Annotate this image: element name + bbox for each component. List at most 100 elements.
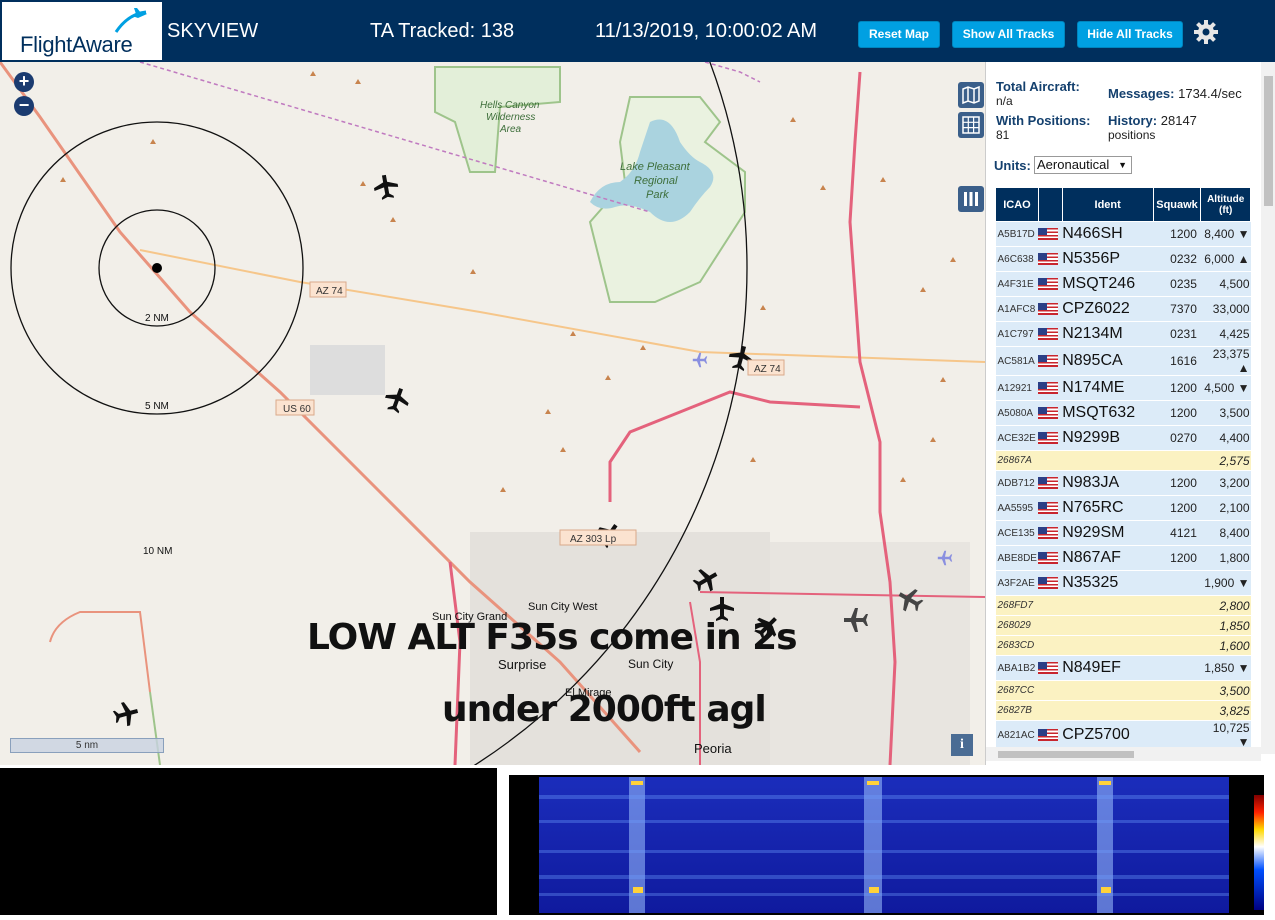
cell-icao: 26867A <box>995 450 1039 471</box>
cell-flag <box>1038 570 1063 596</box>
units-label: Units: <box>994 158 1031 173</box>
cell-ident: N867AF <box>1062 545 1154 571</box>
cell-flag <box>1038 346 1063 376</box>
cell-ident: N9299B <box>1062 425 1154 451</box>
horizontal-scroll-thumb[interactable] <box>998 751 1134 758</box>
cell-altitude: 1,800 <box>1200 545 1251 571</box>
vertical-scroll-thumb[interactable] <box>1264 76 1273 206</box>
hide-all-tracks-button[interactable]: Hide All Tracks <box>1077 21 1183 48</box>
map-canvas[interactable]: 2 NM 5 NM 10 NM Hells Canyon Wilderness … <box>0 62 985 765</box>
us-flag-icon <box>1038 661 1059 674</box>
video-panel <box>0 768 497 915</box>
zoom-out-button[interactable]: − <box>14 96 34 116</box>
cell-ident: CPZ5700 <box>1062 720 1154 750</box>
label-sun-city-west: Sun City West <box>528 601 598 613</box>
us-flag-icon <box>1038 501 1059 514</box>
cell-icao: 2683CD <box>995 635 1039 656</box>
table-row[interactable]: AC581A N895CA 1616 23,375 ▲ <box>995 346 1251 376</box>
columns-toggle-button[interactable] <box>958 186 984 212</box>
table-row[interactable]: 26827B 3,825 <box>995 700 1251 721</box>
cell-ident: MSQT246 <box>1062 271 1154 297</box>
us-flag-icon <box>1038 354 1059 367</box>
table-row[interactable]: A5B17D N466SH 1200 8,400 ▼ <box>995 221 1251 247</box>
total-aircraft-value: n/a <box>996 94 1013 108</box>
table-row[interactable]: A1C797 N2134M 0231 4,425 <box>995 321 1251 347</box>
app-name: SKYVIEW <box>167 20 259 42</box>
cell-squawk: 1200 <box>1153 470 1201 496</box>
cell-icao: A1C797 <box>995 321 1039 347</box>
grid-toggle-button[interactable] <box>958 112 984 138</box>
table-row[interactable]: ACE135 N929SM 4121 8,400 <box>995 520 1251 546</box>
columns-icon <box>964 192 978 206</box>
label-regional: Regional <box>634 175 678 187</box>
table-row[interactable]: 2683CD 1,600 <box>995 635 1251 656</box>
info-button[interactable]: i <box>951 734 973 756</box>
cell-flag <box>1038 700 1063 721</box>
table-row[interactable]: A821AC CPZ5700 10,725 ▼ <box>995 720 1251 750</box>
reset-map-button[interactable]: Reset Map <box>858 21 940 48</box>
table-row[interactable]: 268029 1,850 <box>995 615 1251 636</box>
col-ident[interactable]: Ident <box>1061 187 1154 222</box>
table-row[interactable]: 2687CC 3,500 <box>995 680 1251 701</box>
cell-squawk <box>1153 720 1201 750</box>
zoom-in-button[interactable]: + <box>14 72 34 92</box>
gear-icon[interactable] <box>1193 19 1219 45</box>
table-row[interactable]: ACE32E N9299B 0270 4,400 <box>995 425 1251 451</box>
us-flag-icon <box>1038 327 1059 340</box>
label-surprise: Surprise <box>498 657 546 672</box>
with-positions-label: With Positions: <box>996 113 1091 128</box>
cell-squawk <box>1153 680 1201 701</box>
show-all-tracks-button[interactable]: Show All Tracks <box>952 21 1065 48</box>
table-row[interactable]: A1AFC8 CPZ6022 7370 33,000 <box>995 296 1251 322</box>
flightaware-logo[interactable]: FlightAware <box>2 2 162 60</box>
cell-flag <box>1038 470 1063 496</box>
cell-icao: ACE32E <box>995 425 1039 451</box>
cell-icao: AC581A <box>995 346 1039 376</box>
cell-flag <box>1038 246 1063 272</box>
map-view[interactable]: 2 NM 5 NM 10 NM Hells Canyon Wilderness … <box>0 62 985 765</box>
label-park: Park <box>646 189 669 201</box>
cell-icao: ACE135 <box>995 520 1039 546</box>
cell-squawk: 0235 <box>1153 271 1201 297</box>
cell-ident: CPZ6022 <box>1062 296 1154 322</box>
cell-flag <box>1038 296 1063 322</box>
cell-altitude: 1,900 ▼ <box>1200 570 1251 596</box>
cell-ident: N35325 <box>1062 570 1154 596</box>
table-row[interactable]: A4F31E MSQT246 0235 4,500 <box>995 271 1251 297</box>
us-flag-icon <box>1038 728 1059 741</box>
table-row[interactable]: ABE8DE N867AF 1200 1,800 <box>995 545 1251 571</box>
col-icao[interactable]: ICAO <box>995 187 1039 222</box>
spectrogram-canvas <box>539 777 1264 913</box>
cell-icao: A5080A <box>995 400 1039 426</box>
cell-altitude: 1,600 <box>1200 635 1251 656</box>
table-row[interactable]: A5080A MSQT632 1200 3,500 <box>995 400 1251 426</box>
map-layers-button[interactable] <box>958 82 984 108</box>
cell-icao: 268029 <box>995 615 1039 636</box>
table-row[interactable]: ABA1B2 N849EF 1,850 ▼ <box>995 655 1251 681</box>
units-select[interactable]: Aeronautical ▼ <box>1034 156 1132 174</box>
table-row[interactable]: AA5595 N765RC 1200 2,100 <box>995 495 1251 521</box>
cell-flag <box>1038 545 1063 571</box>
cell-altitude: 2,800 <box>1200 595 1251 616</box>
cell-flag <box>1038 635 1063 656</box>
cell-ident: N983JA <box>1062 470 1154 496</box>
col-flag <box>1037 187 1063 222</box>
spectrogram <box>509 775 1264 915</box>
cell-ident <box>1062 680 1154 701</box>
cell-squawk: 1200 <box>1153 400 1201 426</box>
map-icon <box>962 85 980 105</box>
us-flag-icon <box>1038 576 1059 589</box>
table-header-row: ICAO Ident Squawk Altitude (ft) <box>995 187 1251 222</box>
history-label: History: <box>1108 113 1158 128</box>
table-row[interactable]: ADB712 N983JA 1200 3,200 <box>995 470 1251 496</box>
us-flag-icon <box>1038 431 1059 444</box>
table-row[interactable]: 26867A 2,575 <box>995 450 1251 471</box>
us-flag-icon <box>1038 406 1059 419</box>
table-row[interactable]: A12921 N174ME 1200 4,500 ▼ <box>995 375 1251 401</box>
col-altitude[interactable]: Altitude (ft) <box>1200 187 1251 222</box>
table-row[interactable]: A3F2AE N35325 1,900 ▼ <box>995 570 1251 596</box>
table-row[interactable]: A6C638 N5356P 0232 6,000 ▲ <box>995 246 1251 272</box>
col-squawk[interactable]: Squawk <box>1152 187 1202 222</box>
table-row[interactable]: 268FD7 2,800 <box>995 595 1251 616</box>
cell-ident <box>1062 595 1154 616</box>
